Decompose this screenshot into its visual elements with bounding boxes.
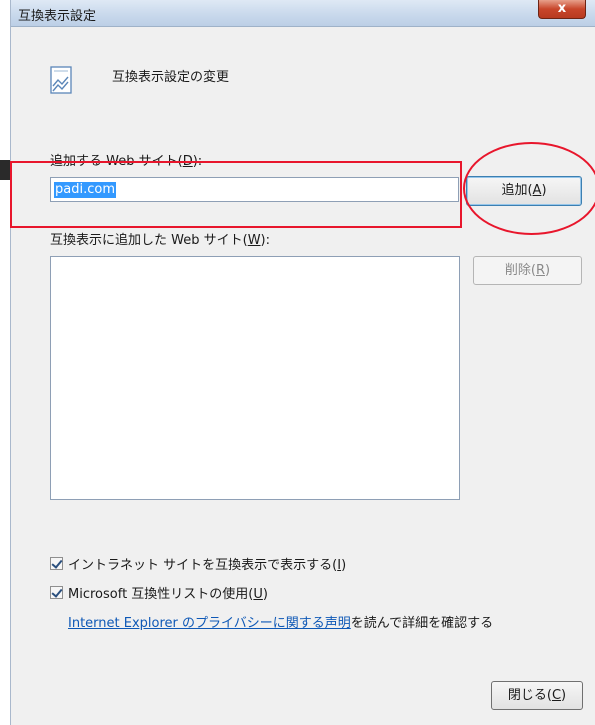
window-title: 互換表示設定: [18, 9, 97, 24]
compatibility-view-icon: [50, 66, 72, 94]
privacy-statement: Internet Explorer のプライバシーに関する声明を読んで詳細を確認…: [68, 612, 493, 631]
privacy-statement-suffix: を読んで詳細を確認する: [350, 616, 494, 631]
close-button[interactable]: 閉じる(C): [491, 681, 583, 710]
dialog-heading: 互換表示設定の変更: [112, 70, 230, 85]
window-close-button[interactable]: x: [538, 0, 586, 19]
left-edge-mark: [0, 160, 10, 180]
remove-button[interactable]: 削除(R): [473, 256, 582, 285]
intranet-compat-label[interactable]: イントラネット サイトを互換表示で表示する(I): [68, 554, 346, 573]
intranet-compat-checkbox[interactable]: [50, 557, 63, 570]
privacy-statement-link[interactable]: Internet Explorer のプライバシーに関する声明: [68, 616, 351, 631]
microsoft-compat-list-label[interactable]: Microsoft 互換性リストの使用(U): [68, 583, 268, 602]
title-bar[interactable]: 互換表示設定 x: [11, 0, 595, 27]
compatibility-view-settings-dialog: 互換表示設定 x 互換表示設定の変更 追加する Web サイト(D): padi…: [10, 0, 595, 725]
added-sites-label: 互換表示に追加した Web サイト(W):: [50, 233, 270, 248]
microsoft-compat-list-checkbox[interactable]: [50, 586, 63, 599]
added-sites-list[interactable]: [50, 256, 460, 500]
annotation-highlight-circle: [463, 142, 595, 235]
annotation-highlight-rectangle: [10, 161, 462, 228]
